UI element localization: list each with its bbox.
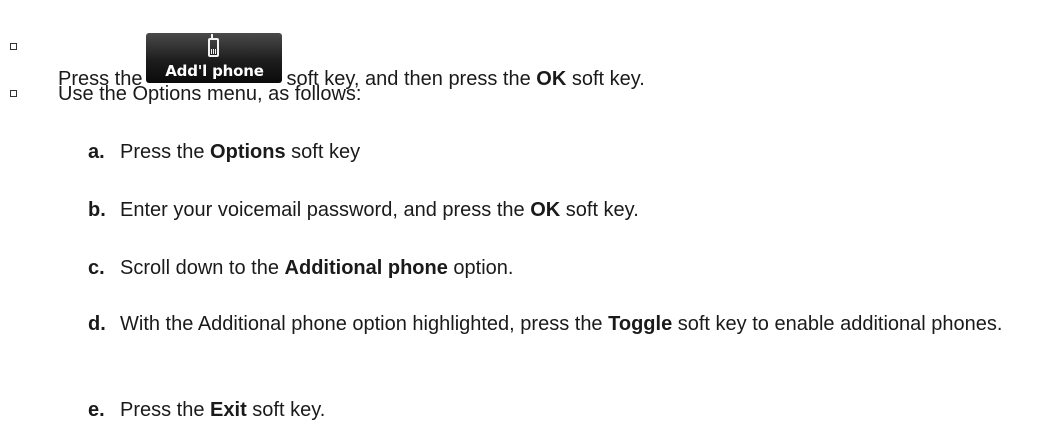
step-c: c. Scroll down to the Additional phone o…	[0, 256, 1063, 286]
step-text: Scroll down to the Additional phone opti…	[120, 256, 513, 280]
option-name: Additional phone	[284, 257, 448, 279]
step-b: b. Enter your voicemail password, and pr…	[0, 198, 1063, 228]
key-name: Toggle	[608, 313, 673, 335]
step-letter: c.	[88, 257, 105, 279]
mobile-phone-icon	[208, 34, 220, 57]
step-a: a. Press the Options soft key	[0, 140, 1063, 170]
step-text: Enter your voicemail password, and press…	[120, 198, 639, 222]
square-bullet-icon	[10, 43, 17, 50]
step-letter: a.	[88, 141, 105, 163]
key-name: OK	[530, 199, 561, 221]
addl-phone-softkey-image: Add'l phone	[146, 33, 283, 83]
list-item: Use the Options menu, as follows:	[0, 82, 1063, 112]
step-text: With the Additional phone option highlig…	[120, 310, 1060, 338]
list-item: Press the Add'l phone soft key, and then p…	[0, 22, 1063, 90]
text-segment: soft key	[291, 141, 361, 163]
step-letter: d.	[88, 313, 106, 335]
step-letter: b.	[88, 199, 106, 221]
key-name: Options	[210, 141, 286, 163]
step-d: d. With the Additional phone option high…	[0, 310, 1063, 370]
softkey-label: Add'l phone	[165, 62, 264, 80]
square-bullet-icon	[10, 90, 17, 97]
text-segment: soft key to enable additional phones.	[677, 313, 1003, 335]
step-text: Press the Exit soft key.	[120, 398, 325, 422]
text-segment: soft key.	[252, 399, 326, 421]
text-segment: Enter your voicemail password, and press…	[120, 199, 525, 221]
step-letter: e.	[88, 399, 105, 421]
text-segment: Press the	[120, 399, 205, 421]
key-name: Exit	[210, 399, 247, 421]
bullet-text: Use the Options menu, as follows:	[58, 83, 362, 105]
step-text: Press the Options soft key	[120, 140, 360, 164]
text-segment: With the Additional phone option highlig…	[120, 313, 603, 335]
text-segment: Press the	[120, 141, 205, 163]
text-segment: soft key.	[565, 199, 639, 221]
step-e: e. Press the Exit soft key.	[0, 398, 1063, 428]
text-segment: Scroll down to the	[120, 257, 279, 279]
text-segment: option.	[453, 257, 514, 279]
